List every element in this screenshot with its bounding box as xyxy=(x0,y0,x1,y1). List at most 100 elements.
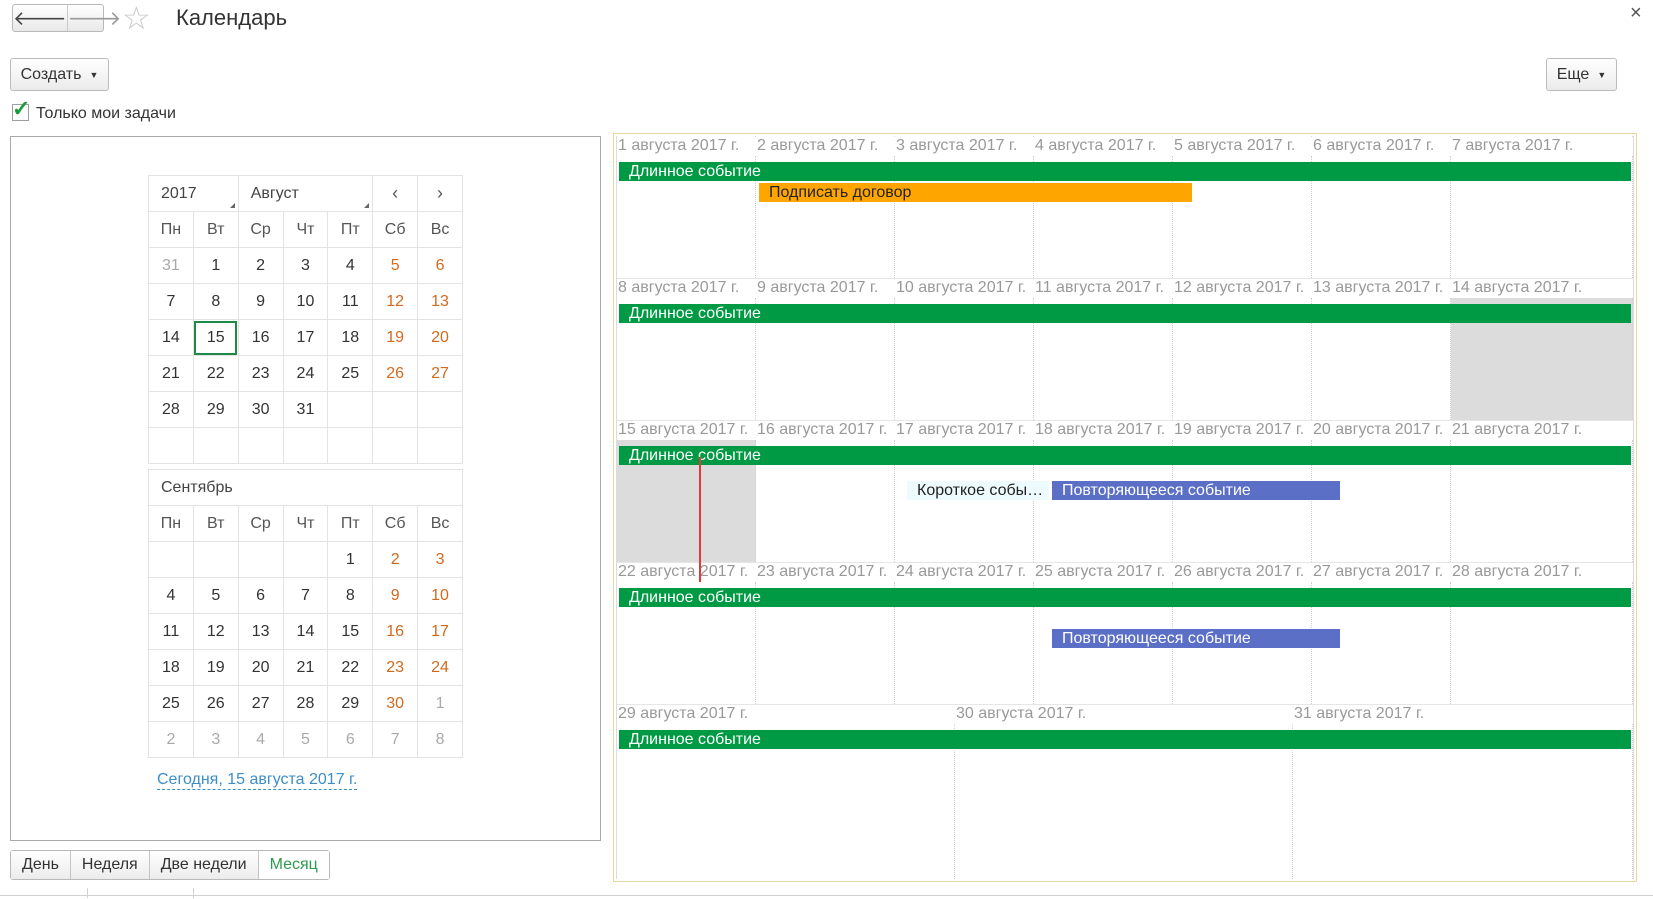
forward-arrow-icon[interactable]: 🡒 xyxy=(66,5,121,31)
event-long[interactable]: Длинное событие xyxy=(619,730,1631,749)
day-cell[interactable]: 13 xyxy=(417,283,463,320)
day-cell[interactable]: 10 xyxy=(417,577,463,614)
day-cell[interactable]: 8 xyxy=(417,721,463,758)
day-cell[interactable]: 28 xyxy=(148,391,194,428)
day-cell[interactable]: 20 xyxy=(237,649,284,686)
favorite-star-icon[interactable]: ☆ xyxy=(122,2,151,34)
empty-day-cell xyxy=(237,541,284,578)
event-long[interactable]: Длинное событие xyxy=(619,162,1631,181)
event-long[interactable]: Длинное событие xyxy=(619,304,1631,323)
day-cell[interactable]: 19 xyxy=(372,319,419,356)
day-cell[interactable]: 7 xyxy=(282,577,329,614)
day-cell[interactable]: 24 xyxy=(282,355,329,392)
day-cell[interactable]: 5 xyxy=(372,247,419,284)
day-cell[interactable]: 1 xyxy=(327,541,374,578)
day-cell[interactable]: 6 xyxy=(327,721,374,758)
day-cell[interactable]: 30 xyxy=(237,391,284,428)
day-cell[interactable]: 20 xyxy=(417,319,463,356)
day-cell[interactable]: 21 xyxy=(282,649,329,686)
day-cell[interactable]: 6 xyxy=(237,577,284,614)
day-cell[interactable]: 29 xyxy=(327,685,374,722)
event-short[interactable]: Короткое событие xyxy=(907,481,1049,500)
day-cell[interactable]: 5 xyxy=(282,721,329,758)
day-cell[interactable]: 22 xyxy=(327,649,374,686)
day-cell[interactable]: 15 xyxy=(327,613,374,650)
day-cell[interactable]: 21 xyxy=(148,355,194,392)
day-cell[interactable]: 26 xyxy=(372,355,419,392)
only-my-tasks-label[interactable]: Только мои задачи xyxy=(36,105,176,123)
day-cell[interactable]: 27 xyxy=(417,355,463,392)
day-cell[interactable]: 24 xyxy=(417,649,463,686)
day-cell[interactable]: 3 xyxy=(192,721,239,758)
create-button[interactable]: Создать ▼ xyxy=(10,58,109,91)
day-cell[interactable]: 7 xyxy=(148,283,194,320)
day-cell[interactable]: 4 xyxy=(237,721,284,758)
event-sign-contract[interactable]: Подписать договор xyxy=(759,183,1192,202)
prev-month-icon[interactable]: ‹ xyxy=(372,175,419,212)
day-cell[interactable]: 14 xyxy=(148,319,194,356)
mode-day[interactable]: День xyxy=(11,851,71,879)
day-cell[interactable]: 8 xyxy=(327,577,374,614)
day-cell[interactable]: 4 xyxy=(148,577,194,614)
day-cell[interactable]: 30 xyxy=(372,685,419,722)
day-cell[interactable]: 9 xyxy=(237,283,284,320)
year-select[interactable]: 2017 xyxy=(148,175,239,212)
day-cell[interactable]: 25 xyxy=(327,355,374,392)
day-cell[interactable]: 16 xyxy=(237,319,284,356)
weekday-header: Чт xyxy=(282,505,329,542)
day-cell[interactable]: 12 xyxy=(192,613,239,650)
mode-week[interactable]: Неделя xyxy=(70,851,150,879)
day-cell[interactable]: 4 xyxy=(327,247,374,284)
day-cell[interactable]: 15 xyxy=(192,319,239,356)
day-cell[interactable]: 9 xyxy=(372,577,419,614)
day-cell[interactable]: 12 xyxy=(372,283,419,320)
day-cell[interactable]: 29 xyxy=(192,391,239,428)
close-icon[interactable]: × xyxy=(1630,2,1642,25)
day-cell[interactable]: 7 xyxy=(372,721,419,758)
day-cell[interactable]: 16 xyxy=(372,613,419,650)
day-cell[interactable]: 8 xyxy=(192,283,239,320)
day-cell[interactable]: 17 xyxy=(417,613,463,650)
day-cell[interactable]: 6 xyxy=(417,247,463,284)
more-button[interactable]: Еще ▼ xyxy=(1546,58,1617,91)
day-cell[interactable]: 14 xyxy=(282,613,329,650)
today-link[interactable]: Сегодня, 15 августа 2017 г. xyxy=(157,771,358,790)
day-cell[interactable]: 26 xyxy=(192,685,239,722)
day-cell[interactable]: 10 xyxy=(282,283,329,320)
day-cell[interactable]: 11 xyxy=(327,283,374,320)
event-long[interactable]: Длинное событие xyxy=(619,588,1631,607)
status-tick xyxy=(87,888,88,898)
day-cell[interactable]: 25 xyxy=(148,685,194,722)
day-cell[interactable]: 28 xyxy=(282,685,329,722)
day-cell[interactable]: 18 xyxy=(148,649,194,686)
event-recurring[interactable]: Повторяющееся событие xyxy=(1052,481,1340,500)
day-label: 17 августа 2017 г. xyxy=(895,420,1033,440)
day-cell[interactable]: 3 xyxy=(417,541,463,578)
day-cell[interactable]: 2 xyxy=(237,247,284,284)
mode-two-weeks[interactable]: Две недели xyxy=(149,851,259,879)
day-cell[interactable]: 17 xyxy=(282,319,329,356)
month-select[interactable]: Август xyxy=(237,175,374,212)
day-cell[interactable]: 19 xyxy=(192,649,239,686)
day-cell[interactable]: 23 xyxy=(237,355,284,392)
day-cell[interactable]: 2 xyxy=(148,721,194,758)
day-cell[interactable]: 2 xyxy=(372,541,419,578)
event-recurring[interactable]: Повторяющееся событие xyxy=(1052,629,1340,648)
day-cell[interactable]: 23 xyxy=(372,649,419,686)
day-cell[interactable]: 18 xyxy=(327,319,374,356)
day-cell[interactable]: 22 xyxy=(192,355,239,392)
day-cell[interactable]: 1 xyxy=(192,247,239,284)
day-cell[interactable]: 27 xyxy=(237,685,284,722)
current-time-indicator xyxy=(699,457,701,582)
mode-month[interactable]: Месяц xyxy=(258,851,329,879)
day-cell[interactable]: 31 xyxy=(148,247,194,284)
day-cell[interactable]: 11 xyxy=(148,613,194,650)
event-long[interactable]: Длинное событие xyxy=(619,446,1631,465)
day-cell[interactable]: 5 xyxy=(192,577,239,614)
next-month-icon[interactable]: › xyxy=(417,175,463,212)
day-cell[interactable]: 13 xyxy=(237,613,284,650)
day-cell[interactable]: 3 xyxy=(282,247,329,284)
back-arrow-icon[interactable]: 🡐 xyxy=(13,5,67,31)
day-cell[interactable]: 1 xyxy=(417,685,463,722)
day-cell[interactable]: 31 xyxy=(282,391,329,428)
